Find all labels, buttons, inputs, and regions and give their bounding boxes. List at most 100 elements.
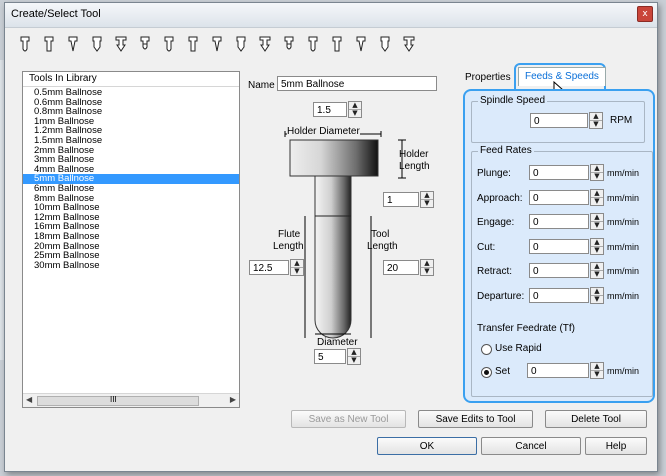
close-icon: x <box>642 9 648 19</box>
feed-rate-spinner[interactable]: ▲ ▼ <box>590 237 604 255</box>
set-feedrate-input[interactable]: 0 <box>527 363 589 378</box>
thread-mill-icon[interactable] <box>349 32 373 58</box>
down-arrow-icon[interactable]: ▼ <box>591 173 603 180</box>
name-input[interactable]: 5mm Ballnose <box>277 76 437 91</box>
library-header-label: Tools In Library <box>29 73 97 84</box>
feed-rates-label: Feed Rates <box>478 145 534 156</box>
title-bar: Create/Select Tool x <box>5 3 657 28</box>
tapered-mill-icon[interactable] <box>85 32 109 58</box>
feed-rate-unit: mm/min <box>607 266 639 276</box>
ok-button[interactable]: OK <box>377 437 477 455</box>
down-arrow-icon[interactable]: ▼ <box>591 197 603 205</box>
spindle-speed-spinner[interactable]: ▲ ▼ <box>589 112 603 129</box>
down-arrow-icon[interactable]: ▼ <box>590 121 602 128</box>
end-mill-icon[interactable] <box>37 32 61 58</box>
set-feedrate-spinner[interactable]: ▲ ▼ <box>590 362 604 379</box>
transfer-feedrate-label: Transfer Feedrate (Tf) <box>477 323 575 334</box>
down-arrow-icon[interactable]: ▼ <box>421 268 433 275</box>
chamfer-tool-icon[interactable] <box>205 32 229 58</box>
tool-length-label-1: Tool <box>371 229 390 240</box>
feed-rate-spinner[interactable]: ▲ ▼ <box>590 164 604 181</box>
down-arrow-icon[interactable]: ▼ <box>591 271 603 278</box>
down-arrow-icon[interactable]: ▼ <box>591 222 603 229</box>
use-rapid-radio[interactable] <box>481 344 492 355</box>
form-tool-icon[interactable] <box>157 32 181 58</box>
flute-length-label-2: Length <box>273 241 304 252</box>
tools-in-library-list[interactable]: Tools In Library 0.5mm Ballnose 0.6mm Bal… <box>22 71 240 408</box>
down-arrow-icon[interactable]: ▼ <box>591 295 603 303</box>
feed-rate-label: Engage: <box>477 217 515 228</box>
radiused-tool-icon[interactable] <box>229 32 253 58</box>
feed-rate-label: Approach: <box>477 192 523 204</box>
ballnose-tool-icon[interactable] <box>13 32 37 58</box>
feed-rate-input[interactable]: 0 <box>529 287 589 303</box>
flute-length-label-1: Flute <box>278 229 301 240</box>
engraving-tool-icon[interactable] <box>181 32 205 58</box>
feed-rate-input[interactable]: 0 <box>529 263 589 278</box>
set-feedrate-radio[interactable] <box>481 367 492 378</box>
keyhole-tool-icon[interactable] <box>301 32 325 58</box>
bull-nose-icon[interactable] <box>397 32 421 58</box>
drill-icon[interactable] <box>133 32 157 58</box>
holder-diameter-label: Holder Diameter <box>287 126 360 137</box>
feed-rate-spinner[interactable]: ▲ ▼ <box>590 286 604 304</box>
spindle-unit: RPM <box>610 115 633 126</box>
feed-rate-spinner[interactable]: ▲ ▼ <box>590 262 604 279</box>
diameter-input[interactable]: 5 <box>314 349 346 364</box>
down-arrow-icon[interactable]: ▼ <box>591 246 603 254</box>
feed-rate-unit: mm/min <box>607 241 639 252</box>
feed-rate-unit: mm/min <box>607 290 639 301</box>
library-items: 0.5mm Ballnose 0.6mm Ballnose 0.8mm Ballno… <box>23 88 239 270</box>
feed-rate-unit: mm/min <box>607 168 639 178</box>
diameter-label: Diameter <box>317 337 358 348</box>
feed-rate-spinner[interactable]: ▲ ▼ <box>590 213 604 230</box>
feed-rate-label: Retract: <box>477 266 513 277</box>
save-edits-button[interactable]: Save Edits to Tool <box>418 410 533 428</box>
feed-rate-input[interactable]: 0 <box>529 189 589 205</box>
cancel-button[interactable]: Cancel <box>481 437 581 455</box>
custom-tool-icon[interactable] <box>373 32 397 58</box>
feed-rate-label: Departure: <box>477 290 525 302</box>
horizontal-scrollbar[interactable]: ◀ III ▶ <box>23 393 239 407</box>
feed-rate-unit: mm/min <box>607 192 639 203</box>
down-arrow-icon[interactable]: ▼ <box>591 371 603 378</box>
down-arrow-icon[interactable]: ▼ <box>291 268 303 275</box>
feed-rate-input[interactable]: 0 <box>529 238 589 254</box>
dovetail-tool-icon[interactable] <box>277 32 301 58</box>
slot-cutter-icon[interactable] <box>325 32 349 58</box>
down-arrow-icon[interactable]: ▼ <box>348 357 360 364</box>
feed-rate-unit: mm/min <box>607 217 639 227</box>
feed-rate-label: Cut: <box>477 241 496 253</box>
create-select-tool-dialog: Create/Select Tool x Tools In Library 0.… <box>4 2 658 472</box>
feed-rate-input[interactable]: 0 <box>529 214 589 229</box>
close-button[interactable]: x <box>637 6 653 22</box>
delete-tool-button[interactable]: Delete Tool <box>545 410 647 428</box>
tool-length-input[interactable]: 20 <box>383 260 419 275</box>
help-button[interactable]: Help <box>585 437 647 455</box>
feed-rate-spinner[interactable]: ▲ ▼ <box>590 188 604 206</box>
spindle-speed-input[interactable]: 0 <box>530 113 588 128</box>
library-item[interactable]: 30mm Ballnose <box>23 261 239 271</box>
use-rapid-label: Use Rapid <box>495 343 542 354</box>
scroll-right-icon[interactable]: ▶ <box>230 395 236 404</box>
feed-rate-label: Plunge: <box>477 168 511 179</box>
tool-length-spinner[interactable]: ▲ ▼ <box>420 259 434 276</box>
feeds-speeds-panel: Spindle Speed 0 ▲ ▼ RPM Feed Rates Plunge… <box>463 89 655 403</box>
scroll-thumb[interactable]: III <box>37 395 199 406</box>
tab-properties[interactable]: Properties <box>465 69 511 87</box>
holder-length-spinner[interactable]: ▲ ▼ <box>420 191 434 208</box>
save-as-new-tool-button[interactable]: Save as New Tool <box>291 410 406 428</box>
scroll-grip: III <box>110 395 117 404</box>
flute-length-input[interactable]: 12.5 <box>249 260 289 275</box>
name-label: Name <box>248 80 275 91</box>
flute-length-spinner[interactable]: ▲ ▼ <box>290 259 304 276</box>
scroll-left-icon[interactable]: ◀ <box>26 395 32 404</box>
diameter-spinner[interactable]: ▲ ▼ <box>347 348 361 365</box>
v-bit-icon[interactable] <box>109 32 133 58</box>
holder-length-input[interactable]: 1 <box>383 192 419 207</box>
diamond-drag-icon[interactable] <box>253 32 277 58</box>
feed-rate-input[interactable]: 0 <box>529 165 589 180</box>
tapered-ballnose-icon[interactable] <box>61 32 85 58</box>
down-arrow-icon[interactable]: ▼ <box>421 200 433 207</box>
tool-length-label-2: Length <box>367 241 398 252</box>
